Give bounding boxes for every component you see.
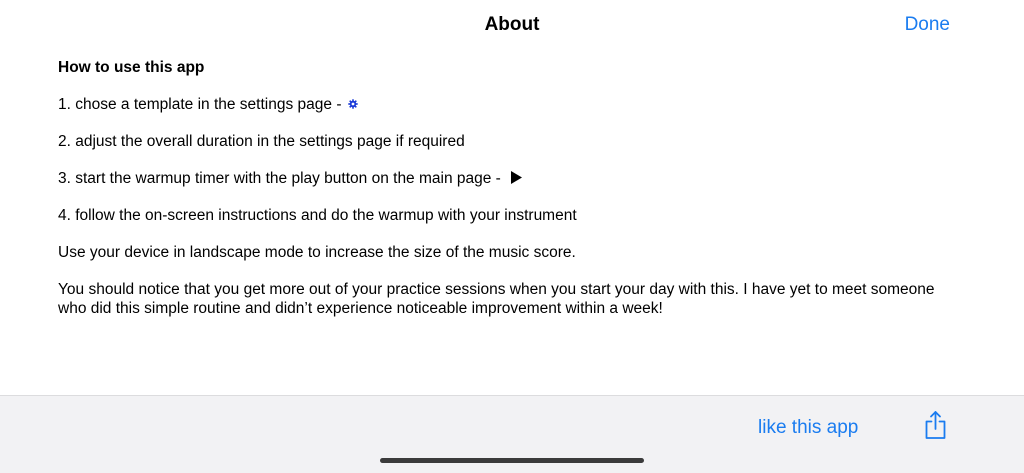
gear-icon [348, 99, 358, 109]
about-screen: About Done How to use this app 1. chose … [0, 0, 1024, 473]
share-icon[interactable] [923, 410, 948, 440]
like-app-button[interactable]: like this app [758, 416, 858, 440]
step-2: 2. adjust the overall duration in the se… [58, 133, 465, 150]
done-button[interactable]: Done [905, 13, 950, 37]
landscape-tip: Use your device in landscape mode to inc… [58, 244, 576, 261]
bottom-toolbar: like this app [0, 395, 1024, 473]
step-1: 1. chose a template in the settings page… [58, 95, 938, 114]
step-3-text: 3. start the warmup timer with the play … [58, 170, 501, 187]
step-1-text: 1. chose a template in the settings page… [58, 96, 342, 113]
closing-paragraph: You should notice that you get more out … [58, 281, 935, 317]
home-indicator [380, 458, 644, 463]
play-icon [511, 171, 523, 184]
step-4: 4. follow the on-screen instructions and… [58, 207, 577, 224]
step-3: 3. start the warmup timer with the play … [58, 169, 938, 188]
page-title: About [484, 14, 540, 35]
about-content: How to use this app 1. chose a template … [58, 58, 938, 318]
section-heading: How to use this app [58, 59, 205, 76]
